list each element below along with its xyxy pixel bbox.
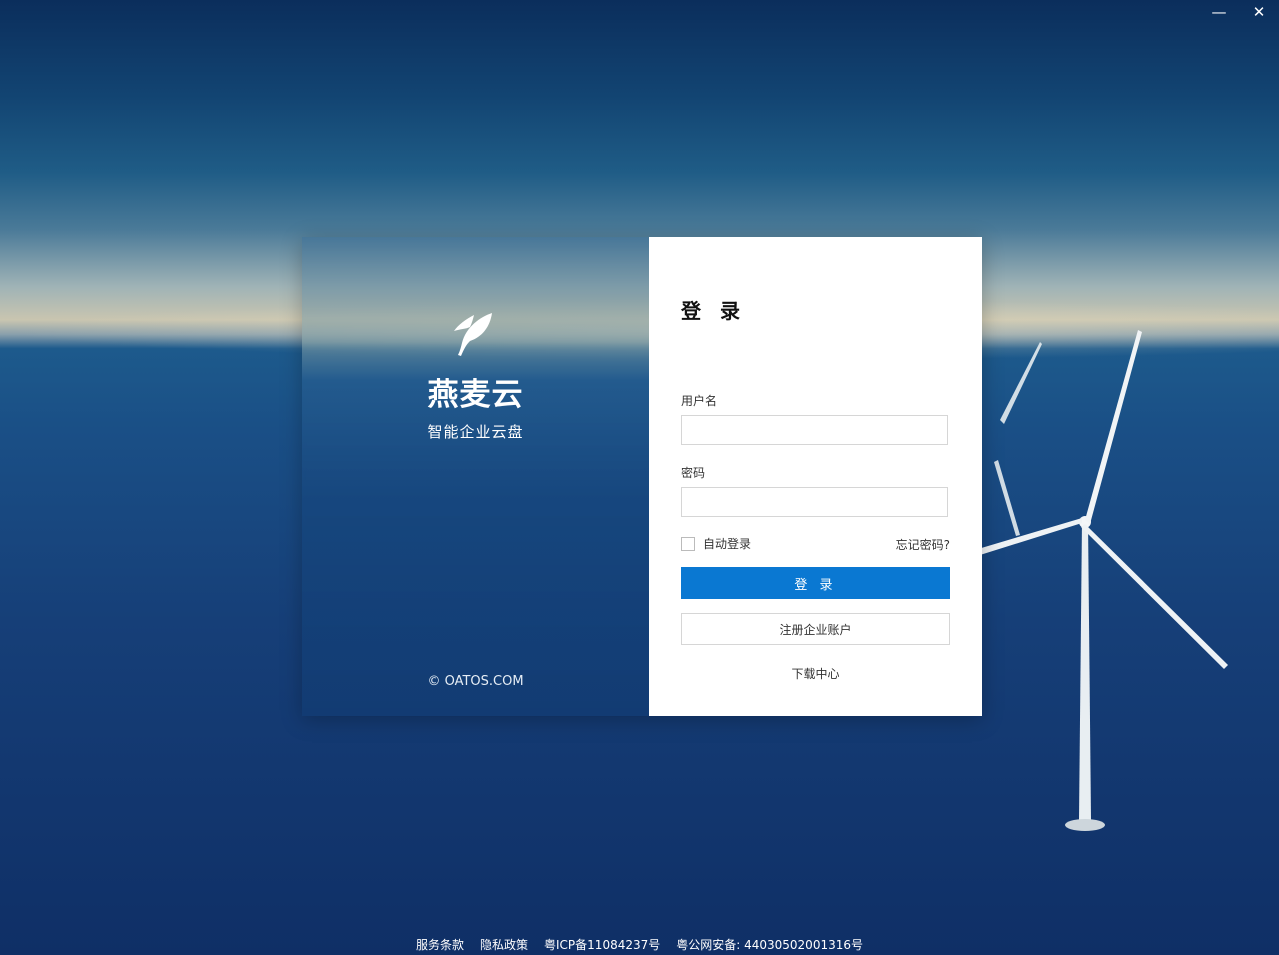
username-input[interactable] [681, 415, 948, 445]
police-record-link[interactable]: 粤公网安备: 44030502001316号 [676, 936, 863, 953]
password-label: 密码 [681, 466, 706, 480]
login-form: 登 录 用户名 密码 自动登录 忘记密码? 登 录 注册企业账户 下载中心 [649, 237, 982, 716]
brand-name: 燕麦云 [427, 377, 524, 413]
auto-login-checkbox[interactable] [681, 536, 695, 551]
wind-turbine-image [978, 330, 1228, 831]
auto-login-option[interactable]: 自动登录 [681, 535, 751, 552]
forgot-password-link[interactable]: 忘记密码? [896, 536, 950, 553]
brand-tagline: 智能企业云盘 [427, 423, 524, 441]
login-card: 燕麦云 智能企业云盘 © OATOS.COM 登 录 用户名 密码 自动登录 忘… [302, 237, 982, 716]
privacy-link[interactable]: 隐私政策 [480, 936, 528, 953]
minimize-button[interactable]: — [1199, 0, 1239, 24]
register-button[interactable]: 注册企业账户 [681, 613, 950, 645]
close-button[interactable]: ✕ [1239, 0, 1279, 24]
password-input[interactable] [681, 487, 948, 517]
auto-login-label: 自动登录 [703, 537, 752, 551]
copyright-text: © OATOS.COM [427, 674, 524, 689]
leaf-icon [454, 313, 492, 356]
form-title: 登 录 [681, 299, 746, 323]
footer-links: 服务条款 隐私政策 粤ICP备11084237号 粤公网安备: 44030502… [0, 936, 1279, 953]
window-controls: — ✕ [1199, 0, 1279, 24]
icp-link[interactable]: 粤ICP备11084237号 [544, 936, 660, 953]
download-center-link[interactable]: 下载中心 [649, 665, 982, 682]
login-button[interactable]: 登 录 [681, 567, 950, 599]
brand-panel: 燕麦云 智能企业云盘 © OATOS.COM [302, 237, 649, 716]
terms-link[interactable]: 服务条款 [416, 936, 464, 953]
username-label: 用户名 [681, 394, 718, 408]
